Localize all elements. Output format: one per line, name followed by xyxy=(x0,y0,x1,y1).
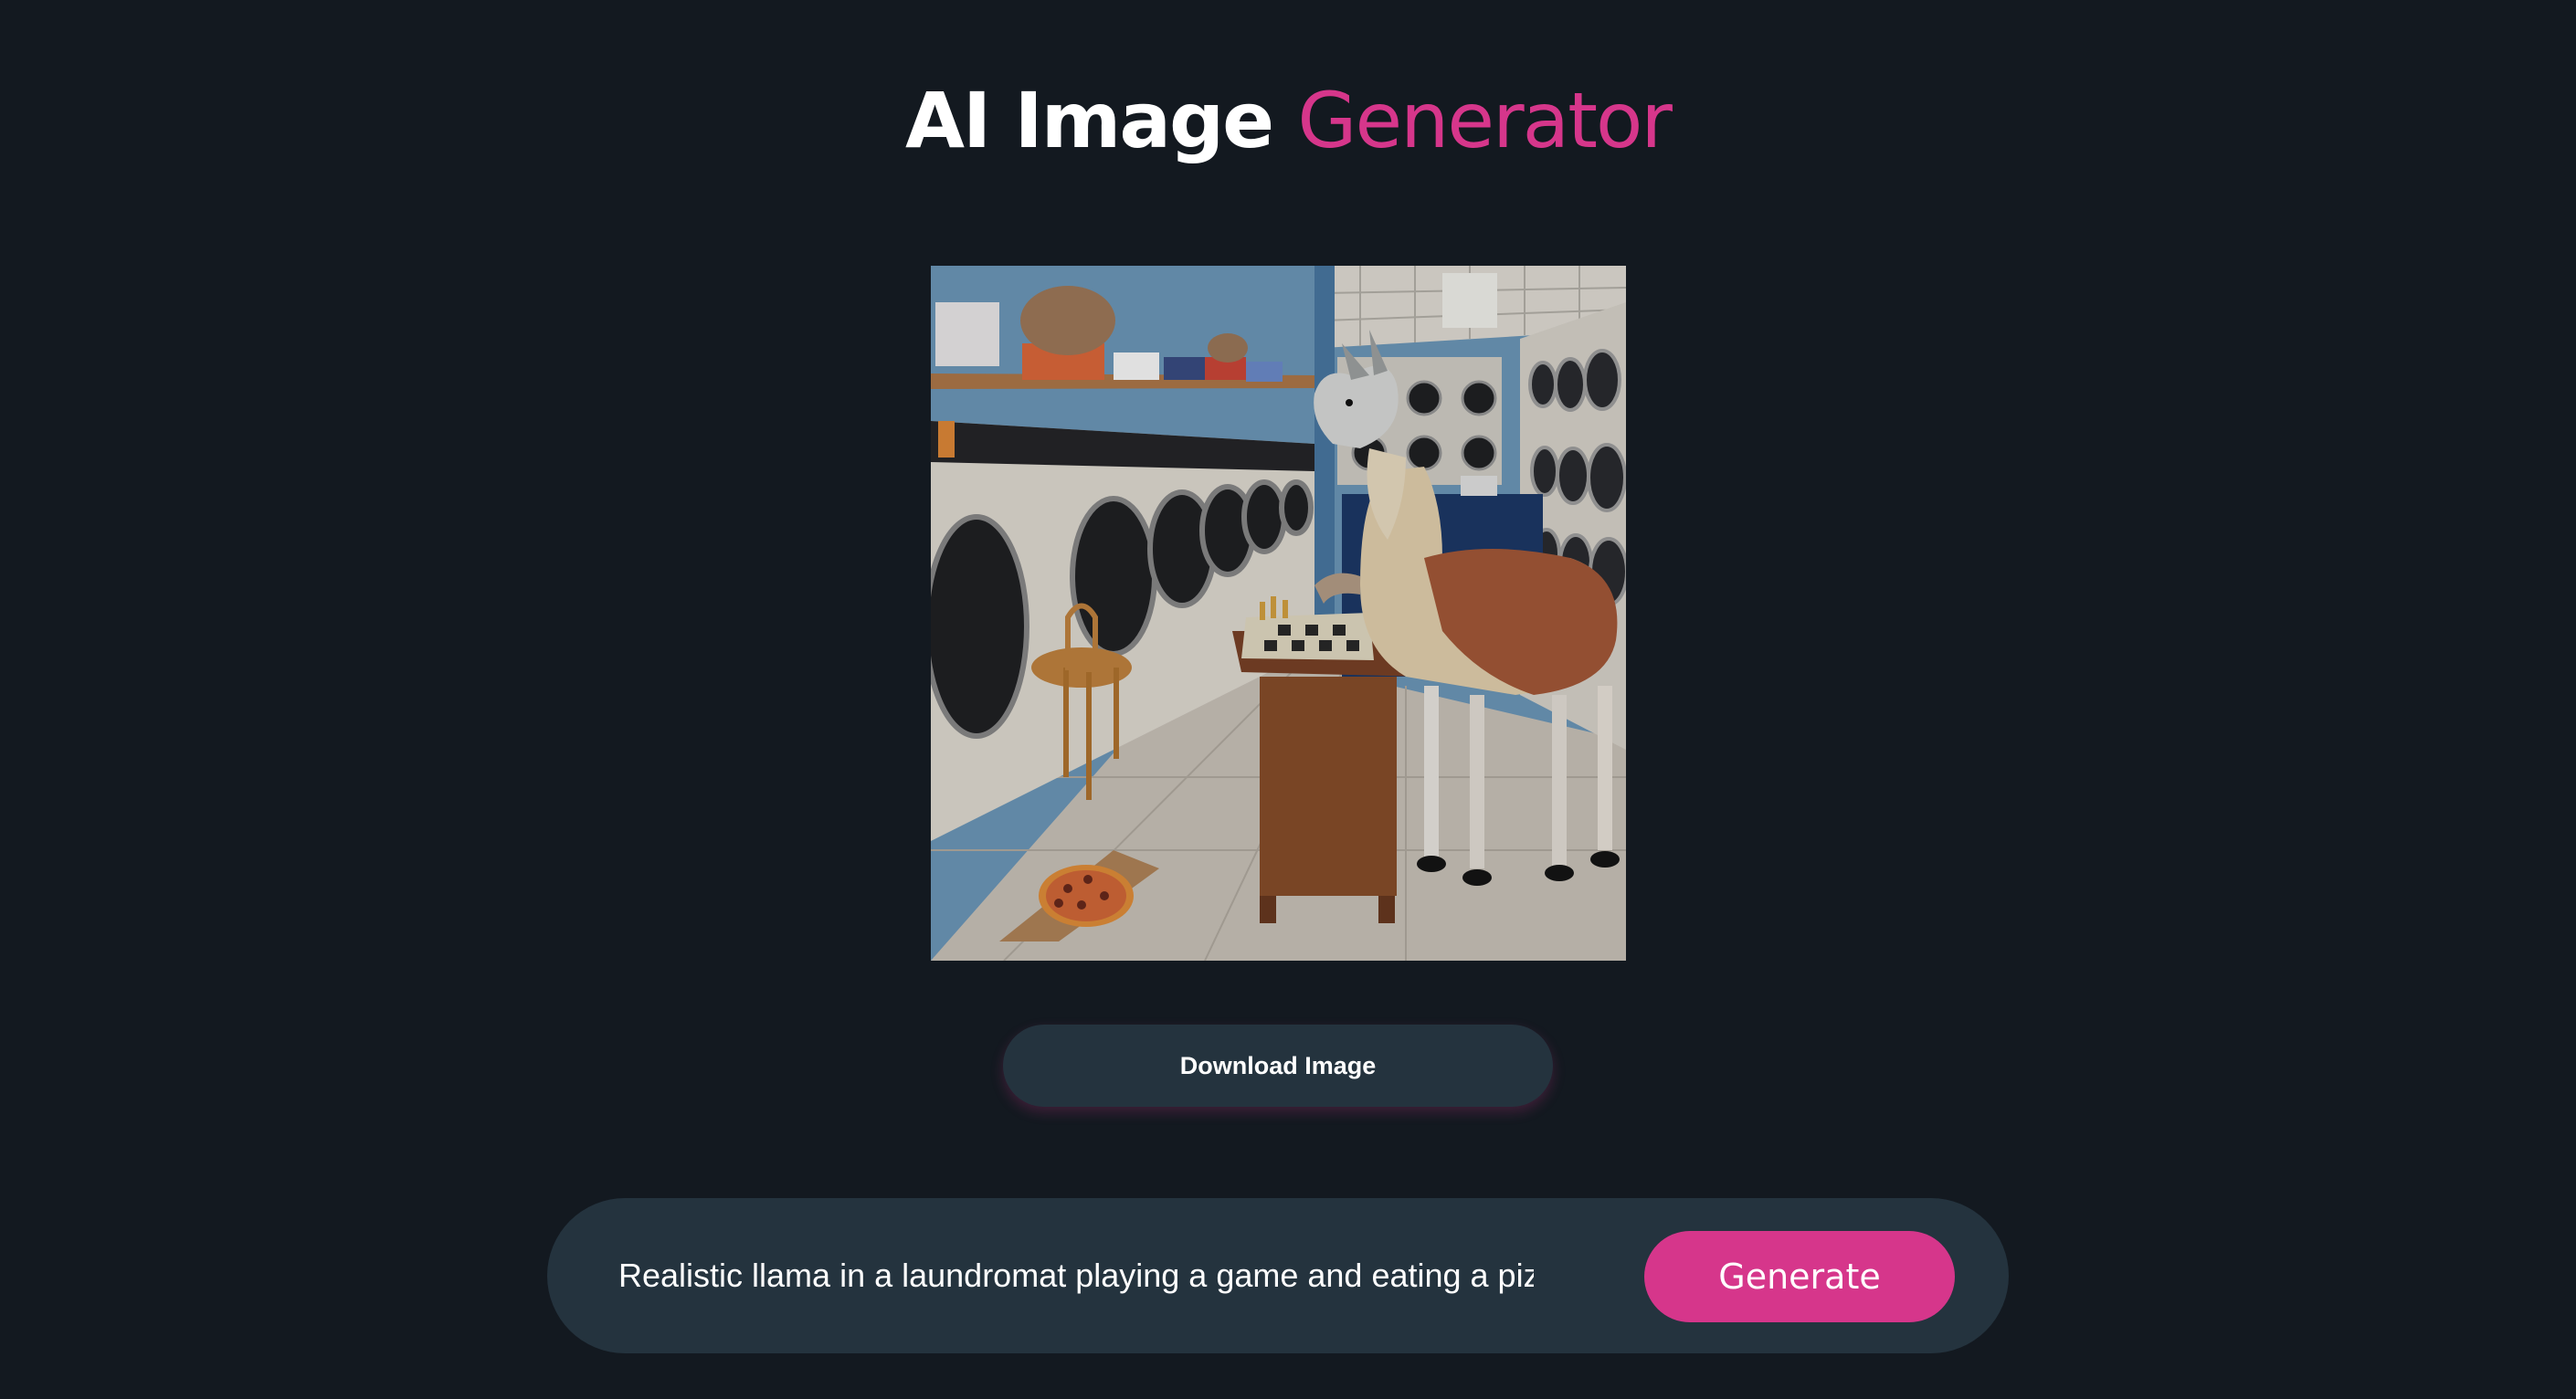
prompt-input[interactable] xyxy=(618,1239,1534,1312)
page-title-main: AI Image xyxy=(905,76,1274,165)
generated-image xyxy=(931,266,1626,961)
page-title-accent: Generator xyxy=(1297,76,1673,165)
page-title: AI Image Generator xyxy=(0,66,2576,175)
generate-button[interactable]: Generate xyxy=(1644,1231,1955,1322)
download-image-button[interactable]: Download Image xyxy=(1003,1025,1553,1107)
prompt-bar: Generate xyxy=(547,1198,2009,1353)
